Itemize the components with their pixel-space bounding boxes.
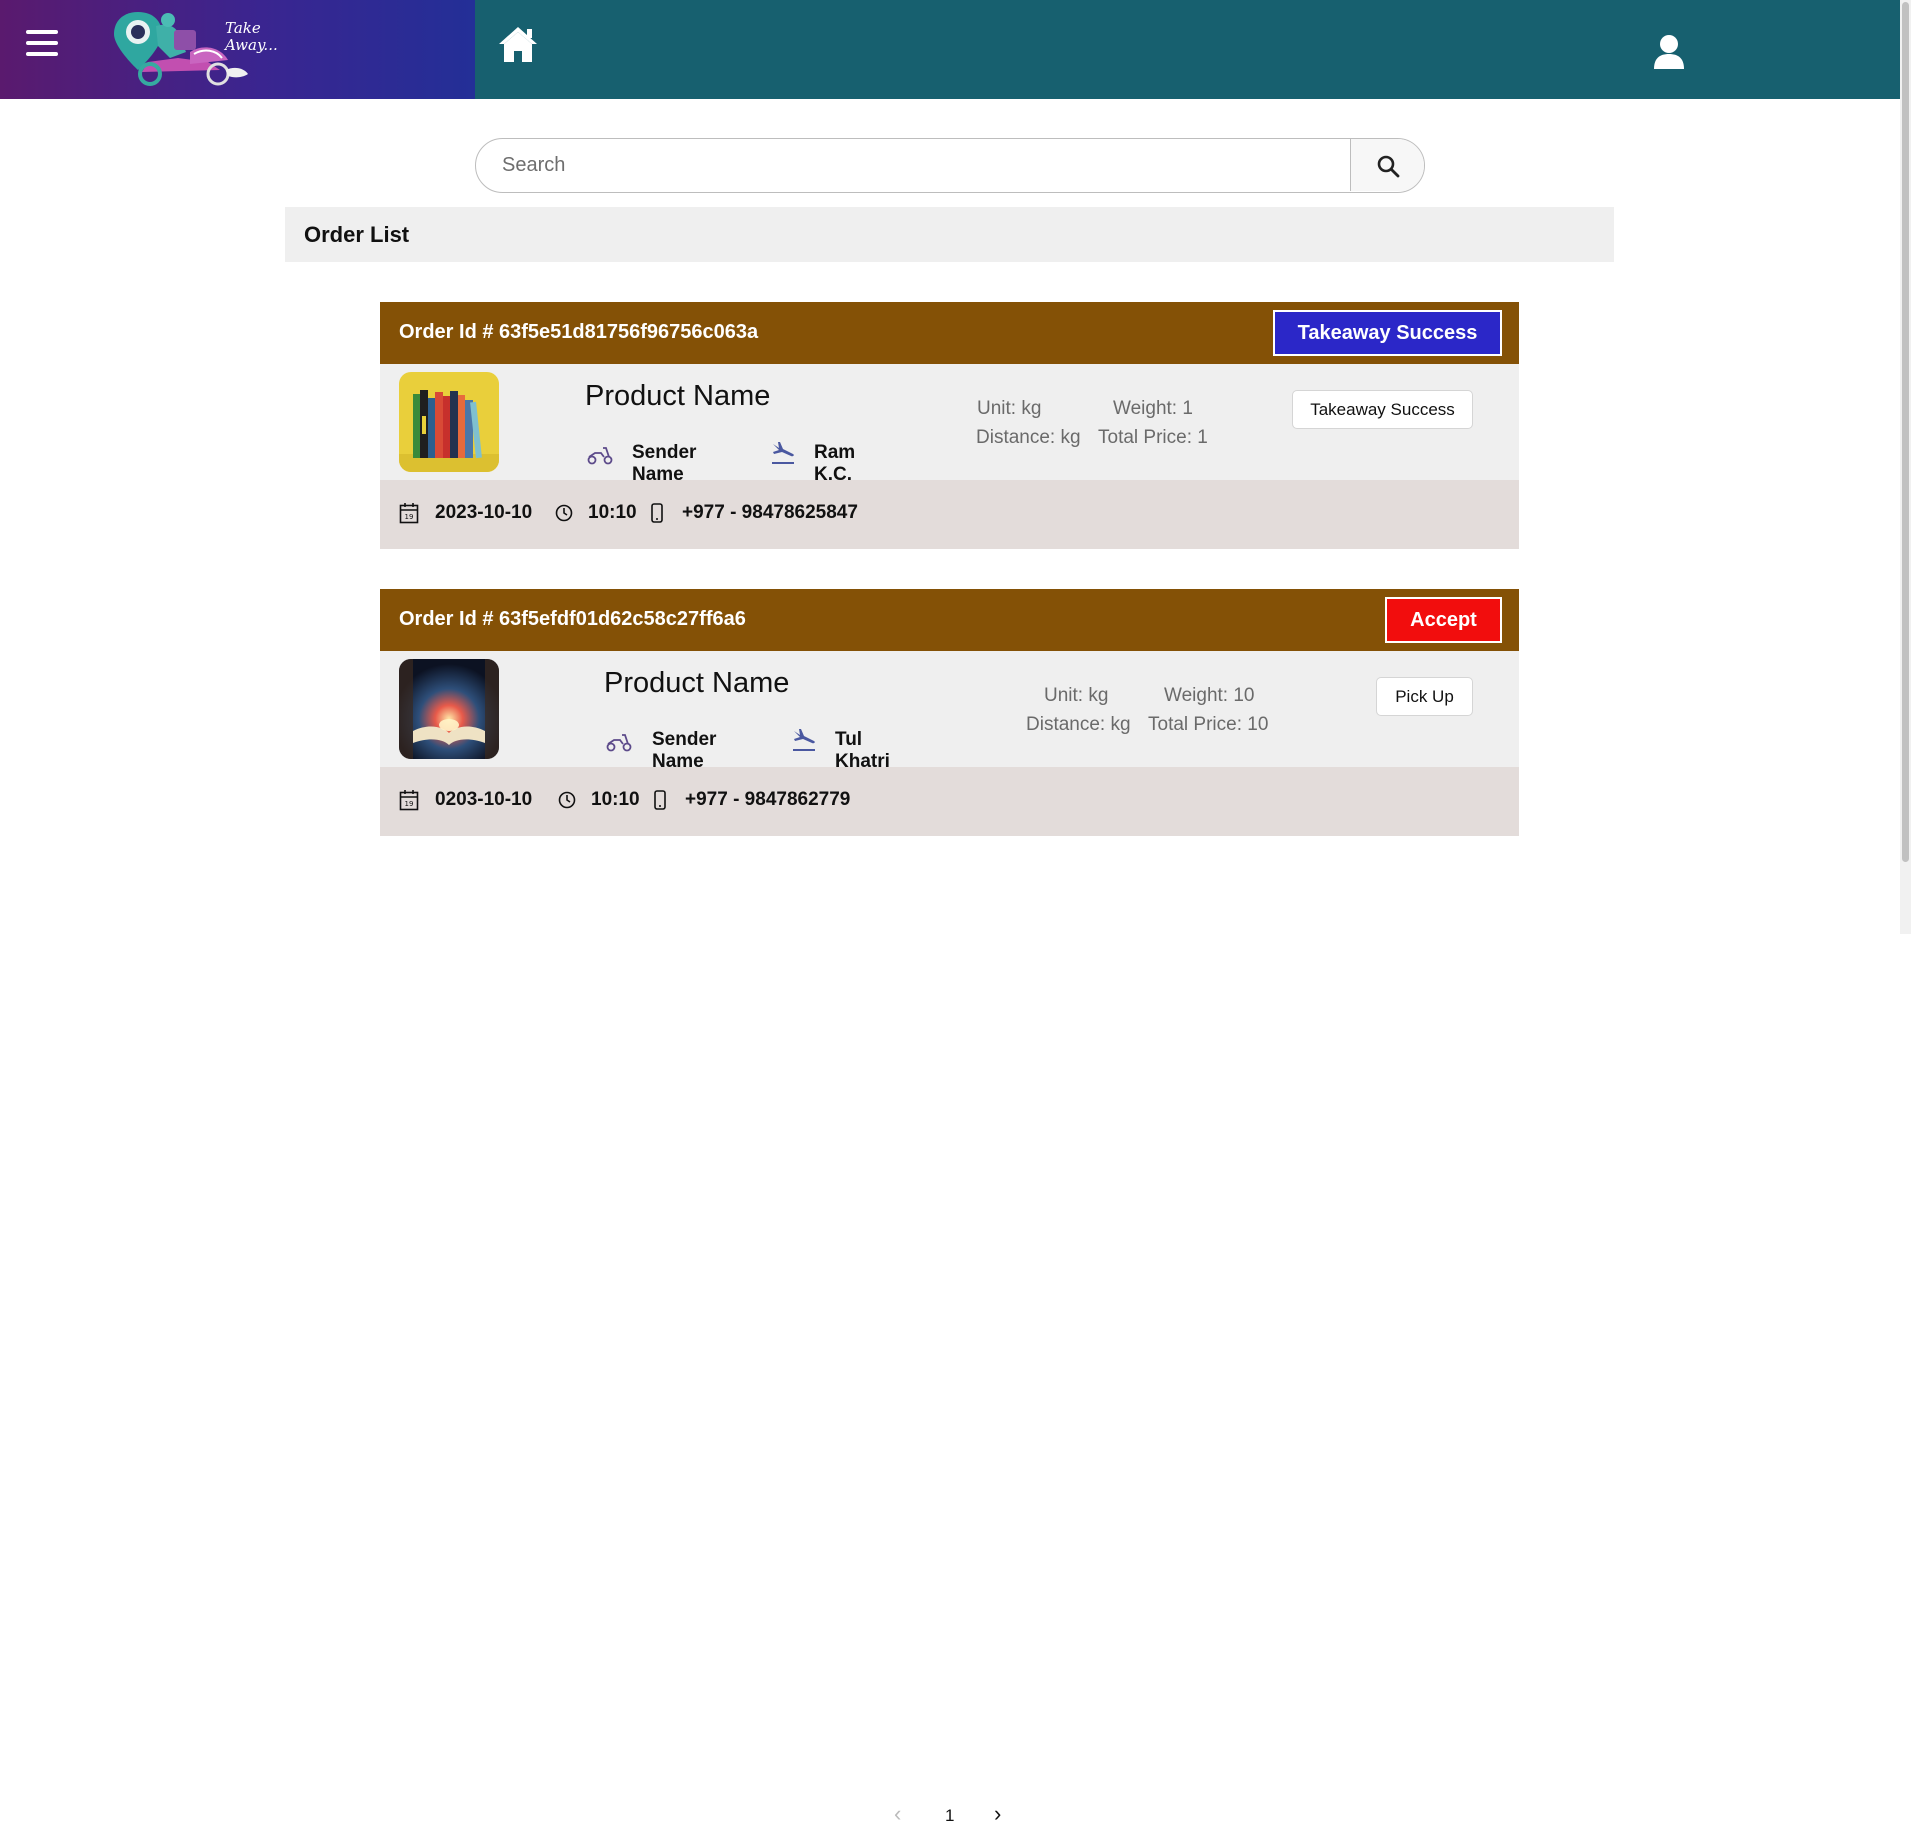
search-button[interactable] bbox=[1350, 139, 1424, 191]
accept-button[interactable]: Accept bbox=[1385, 597, 1502, 643]
logo[interactable]: Take Away... bbox=[108, 8, 298, 90]
total-price-text: Total Price: 1 bbox=[1098, 427, 1208, 448]
order-phone: +977 - 98478625847 bbox=[682, 502, 858, 523]
order-card-body: Product Name Sender Name Tul Khatri Unit… bbox=[380, 651, 1519, 772]
takeaway-success-button[interactable]: Takeaway Success bbox=[1292, 390, 1473, 429]
product-image[interactable] bbox=[399, 659, 499, 759]
order-time: 10:10 bbox=[591, 789, 640, 810]
order-card-header: Order Id # 63f5efdf01d62c58c27ff6a6 Acce… bbox=[380, 589, 1519, 651]
calendar-icon: 19 bbox=[399, 790, 419, 811]
plane-landing-icon bbox=[772, 442, 794, 464]
phone-icon bbox=[654, 790, 666, 810]
order-card-header: Order Id # 63f5e51d81756f96756c063a Take… bbox=[380, 302, 1519, 364]
pick-up-button[interactable]: Pick Up bbox=[1376, 677, 1473, 716]
order-card-body: Product Name Sender Name Ram K.C. Unit: … bbox=[380, 364, 1519, 485]
search-input[interactable] bbox=[476, 139, 1351, 191]
clock-icon bbox=[558, 791, 576, 809]
search-bar bbox=[475, 138, 1425, 193]
weight-text: Weight: 10 bbox=[1164, 685, 1255, 706]
svg-text:19: 19 bbox=[405, 513, 414, 521]
user-icon[interactable] bbox=[1652, 34, 1686, 70]
top-navbar: Take Away... bbox=[0, 0, 1900, 99]
order-card-footer: 19 0203-10-10 10:10 +977 - 9847862779 bbox=[380, 767, 1519, 836]
total-price-text: Total Price: 10 bbox=[1148, 714, 1269, 735]
distance-text: Distance: kg bbox=[976, 427, 1081, 448]
product-name: Product Name bbox=[585, 380, 771, 412]
distance-text: Distance: kg bbox=[1026, 714, 1131, 735]
product-image[interactable] bbox=[399, 372, 499, 472]
order-phone: +977 - 9847862779 bbox=[685, 789, 851, 810]
page-scrollbar[interactable] bbox=[1900, 0, 1911, 934]
calendar-icon: 19 bbox=[399, 503, 419, 524]
order-date: 2023-10-10 bbox=[435, 502, 533, 523]
unit-text: Unit: kg bbox=[1044, 685, 1109, 706]
page-title: Order List bbox=[304, 222, 410, 247]
order-list-header: Order List bbox=[285, 207, 1614, 262]
order-date: 0203-10-10 bbox=[435, 789, 533, 810]
pagination-next-icon[interactable]: › bbox=[994, 1801, 1001, 1827]
pagination-prev-icon[interactable]: ‹ bbox=[894, 1801, 901, 1827]
scrollbar-thumb[interactable] bbox=[1902, 2, 1909, 862]
phone-icon bbox=[651, 503, 663, 523]
unit-text: Unit: kg bbox=[977, 398, 1042, 419]
scooter-icon bbox=[606, 734, 632, 752]
home-icon[interactable] bbox=[497, 24, 539, 64]
pagination-page-1[interactable]: 1 bbox=[945, 1806, 954, 1826]
menu-icon[interactable] bbox=[26, 30, 58, 62]
product-name: Product Name bbox=[604, 667, 790, 699]
scooter-icon bbox=[587, 447, 613, 465]
status-button[interactable]: Takeaway Success bbox=[1273, 310, 1502, 356]
weight-text: Weight: 1 bbox=[1113, 398, 1193, 419]
search-icon bbox=[1377, 155, 1400, 178]
clock-icon bbox=[555, 504, 573, 522]
order-card: Order Id # 63f5efdf01d62c58c27ff6a6 Acce… bbox=[380, 589, 1519, 836]
order-card: Order Id # 63f5e51d81756f96756c063a Take… bbox=[380, 302, 1519, 549]
plane-landing-icon bbox=[793, 729, 815, 751]
brand-panel: Take Away... bbox=[0, 0, 475, 99]
order-id: Order Id # 63f5e51d81756f96756c063a bbox=[399, 321, 759, 343]
order-id: Order Id # 63f5efdf01d62c58c27ff6a6 bbox=[399, 608, 746, 630]
order-card-footer: 19 2023-10-10 10:10 +977 - 98478625847 bbox=[380, 480, 1519, 549]
logo-text: Take Away... bbox=[225, 19, 278, 54]
order-time: 10:10 bbox=[588, 502, 637, 523]
svg-text:19: 19 bbox=[405, 800, 414, 808]
